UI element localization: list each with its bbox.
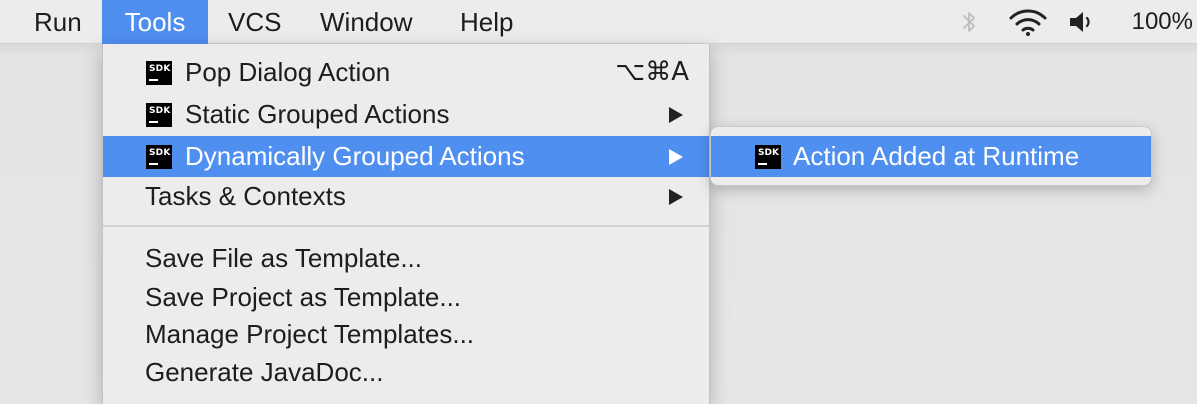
keyboard-shortcut: ⌥⌘A bbox=[615, 57, 689, 87]
dynamic-actions-submenu: SDK Action Added at Runtime bbox=[710, 126, 1152, 186]
menu-item-label: Static Grouped Actions bbox=[185, 99, 450, 129]
wifi-icon[interactable] bbox=[1006, 0, 1050, 44]
tools-menu-dropdown: SDK Pop Dialog Action ⌥⌘A SDK Static Gro… bbox=[102, 44, 710, 404]
menu-help[interactable]: Help bbox=[440, 0, 533, 44]
submenu-arrow-icon bbox=[669, 189, 683, 205]
sdk-icon: SDK bbox=[146, 145, 172, 169]
sdk-icon: SDK bbox=[146, 103, 172, 127]
volume-icon[interactable] bbox=[1066, 0, 1098, 44]
menu-item-label: Tasks & Contexts bbox=[145, 181, 346, 211]
menu-item-save-project-as-template[interactable]: Save Project as Template... bbox=[103, 277, 709, 318]
menu-item-label: Manage Project Templates... bbox=[145, 319, 475, 349]
menu-item-label: Save Project as Template... bbox=[145, 282, 462, 312]
menu-item-pop-dialog-action[interactable]: SDK Pop Dialog Action ⌥⌘A bbox=[103, 52, 709, 93]
menu-vcs[interactable]: VCS bbox=[208, 0, 301, 44]
menu-run[interactable]: Run bbox=[14, 0, 102, 44]
menu-tools[interactable]: Tools bbox=[102, 0, 208, 44]
menu-item-action-added-at-runtime[interactable]: SDK Action Added at Runtime bbox=[711, 136, 1151, 177]
menu-item-static-grouped-actions[interactable]: SDK Static Grouped Actions bbox=[103, 94, 709, 135]
sdk-icon: SDK bbox=[755, 145, 781, 169]
menu-item-label: Save File as Template... bbox=[145, 243, 422, 273]
menu-item-save-file-as-template[interactable]: Save File as Template... bbox=[103, 238, 709, 279]
menu-item-label: Dynamically Grouped Actions bbox=[185, 141, 525, 171]
battery-percentage[interactable]: 100% bbox=[1132, 0, 1193, 44]
bluetooth-icon[interactable] bbox=[956, 0, 982, 44]
submenu-arrow-icon bbox=[669, 107, 683, 123]
menu-item-dynamically-grouped-actions[interactable]: SDK Dynamically Grouped Actions bbox=[103, 136, 709, 177]
sdk-icon: SDK bbox=[146, 61, 172, 85]
menu-item-manage-project-templates[interactable]: Manage Project Templates... bbox=[103, 314, 709, 355]
submenu-arrow-icon bbox=[669, 149, 683, 165]
menu-bar: Run Tools VCS Window Help 100% bbox=[0, 0, 1197, 44]
menu-item-tasks-contexts[interactable]: Tasks & Contexts bbox=[103, 176, 709, 217]
menu-item-generate-javadoc[interactable]: Generate JavaDoc... bbox=[103, 352, 709, 393]
menu-separator bbox=[103, 225, 709, 227]
menu-window[interactable]: Window bbox=[300, 0, 432, 44]
menu-item-label: Action Added at Runtime bbox=[793, 141, 1080, 171]
menu-item-label: Generate JavaDoc... bbox=[145, 357, 384, 387]
menu-item-label: Pop Dialog Action bbox=[185, 57, 391, 87]
